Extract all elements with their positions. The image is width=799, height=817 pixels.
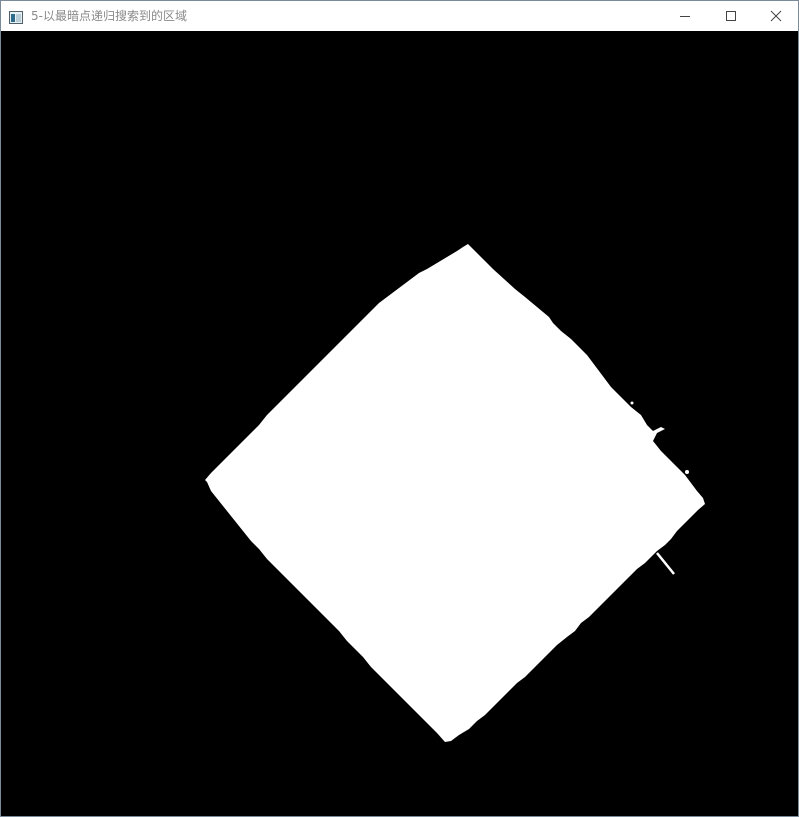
minimize-icon: [679, 7, 691, 26]
close-icon: [770, 7, 782, 26]
maximize-button[interactable]: [708, 1, 754, 31]
window-title: 5-以最暗点递归搜索到的区域: [31, 9, 187, 23]
app-window: 5-以最暗点递归搜索到的区域: [0, 0, 799, 817]
image-canvas: [1, 31, 798, 816]
title-bar[interactable]: 5-以最暗点递归搜索到的区域: [1, 1, 798, 31]
app-icon: [9, 9, 23, 24]
maximize-icon: [725, 7, 737, 26]
noise-speck: [630, 401, 634, 405]
minimize-button[interactable]: [662, 1, 708, 31]
close-button[interactable]: [753, 1, 799, 31]
noise-speck: [685, 470, 689, 474]
region-mask-image: [1, 31, 798, 816]
